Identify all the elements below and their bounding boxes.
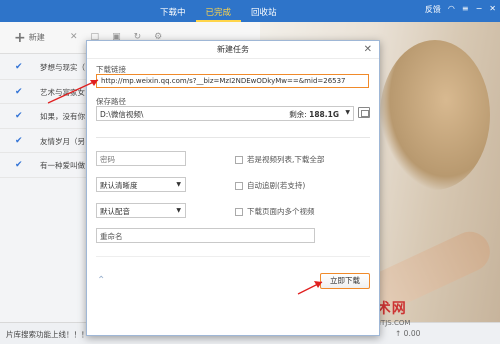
window-controls: 反馈 ◠ ≡ − ✕ — [425, 4, 496, 15]
background-photo-hair — [380, 40, 490, 190]
dialog-title-bar: 新建任务 ✕ — [87, 41, 379, 59]
new-task-label: 新建 — [28, 33, 45, 42]
dubbing-select[interactable]: 默认配音 ▼ — [96, 203, 186, 218]
tab-downloading[interactable]: 下载中 — [150, 0, 196, 22]
list-item[interactable]: ✔ 艺术与富家女 — [0, 80, 90, 104]
close-window-icon[interactable]: ✕ — [489, 4, 496, 15]
list-item[interactable]: ✔ 友情岁月（另 — [0, 129, 90, 153]
main-tabs: 下载中 已完成 回收站 — [150, 0, 287, 22]
free-space: 剩余: 188.1G — [289, 109, 339, 120]
checkbox-label: 下载页面内多个视频 — [247, 207, 315, 216]
chevron-down-icon: ▼ — [345, 109, 350, 116]
save-path-value: D:\微信视频\ — [100, 110, 144, 119]
resolution-select-value: 默认清晰度 — [100, 181, 138, 190]
auto-follow-checkbox[interactable]: 自动追剧(若支持) — [235, 180, 305, 191]
list-item-title: 友情岁月（另 — [40, 136, 85, 146]
top-bar: 下载中 已完成 回收站 反馈 ◠ ≡ − ✕ — [0, 0, 500, 22]
collapse-chevron-icon[interactable]: ⌃ — [97, 275, 105, 286]
check-icon: ✔ — [15, 111, 23, 121]
list-item-title: 有一种爱叫做 — [40, 161, 85, 170]
dubbing-select-value: 默认配音 — [100, 207, 130, 216]
close-icon[interactable]: ✕ — [364, 41, 372, 59]
multiple-videos-checkbox[interactable]: 下载页面内多个视频 — [235, 206, 315, 217]
task-list: ✔ 梦想与现实（ ✔ 艺术与富家女 ✔ 如果，没有你 ✔ 友情岁月（另 ✔ 有一… — [0, 55, 90, 178]
chevron-down-icon: ▼ — [176, 181, 181, 188]
status-message[interactable]: 片库搜索功能上线！！！ — [6, 329, 89, 340]
free-space-label: 剩余: — [289, 110, 307, 119]
divider — [96, 137, 370, 138]
resolution-select[interactable]: 默认清晰度 ▼ — [96, 177, 186, 192]
rename-input[interactable]: 重命名 — [96, 228, 315, 243]
url-input[interactable]: http://mp.weixin.qq.com/s?__biz=MzI2NDEw… — [96, 74, 369, 88]
checkbox-label: 若是视频列表,下载全部 — [247, 155, 325, 164]
tab-recycle-bin[interactable]: 回收站 — [241, 0, 287, 22]
check-icon: ✔ — [15, 135, 23, 146]
new-task-button[interactable]: + 新建 — [14, 29, 45, 46]
plus-icon: + — [14, 29, 26, 46]
check-icon: ✔ — [15, 160, 23, 170]
delete-icon[interactable]: ✕ — [70, 32, 78, 42]
browse-folder-icon[interactable] — [358, 107, 370, 118]
upload-speed-value: 0.00 — [403, 329, 421, 338]
download-all-list-checkbox[interactable]: 若是视频列表,下载全部 — [235, 154, 324, 165]
checkbox-box[interactable] — [235, 155, 243, 164]
list-item[interactable]: ✔ 梦想与现实（ — [0, 55, 90, 80]
feedback-link[interactable]: 反馈 — [425, 4, 441, 15]
password-input[interactable]: 密码 — [96, 151, 186, 166]
menu-icon[interactable]: ≡ — [462, 4, 469, 15]
tab-completed[interactable]: 已完成 — [195, 0, 242, 22]
free-space-value: 188.1G — [309, 110, 339, 119]
list-item[interactable]: ✔ 如果，没有你 — [0, 104, 90, 129]
check-icon: ✔ — [15, 62, 23, 72]
wifi-icon[interactable]: ◠ — [448, 4, 455, 15]
dialog-title: 新建任务 — [217, 45, 249, 54]
checkbox-label: 自动追剧(若支持) — [247, 181, 306, 190]
list-item-title: 艺术与富家女 — [40, 87, 85, 97]
chevron-down-icon: ▼ — [176, 207, 181, 214]
list-item-title: 如果，没有你 — [40, 112, 85, 121]
new-task-dialog: 新建任务 ✕ 下载链接 http://mp.weixin.qq.com/s?__… — [86, 40, 380, 336]
download-now-button[interactable]: 立即下载 — [320, 273, 370, 289]
upload-speed: ↑ 0.00 — [395, 329, 421, 338]
divider — [96, 256, 370, 257]
list-item-title: 梦想与现实（ — [40, 63, 85, 72]
check-icon: ✔ — [15, 86, 23, 97]
minimize-icon[interactable]: − — [476, 4, 483, 15]
list-item[interactable]: ✔ 有一种爱叫做 — [0, 153, 90, 178]
checkbox-box[interactable] — [235, 181, 243, 190]
checkbox-box[interactable] — [235, 207, 243, 216]
save-path-select[interactable]: D:\微信视频\ 剩余: 188.1G ▼ — [96, 106, 354, 121]
